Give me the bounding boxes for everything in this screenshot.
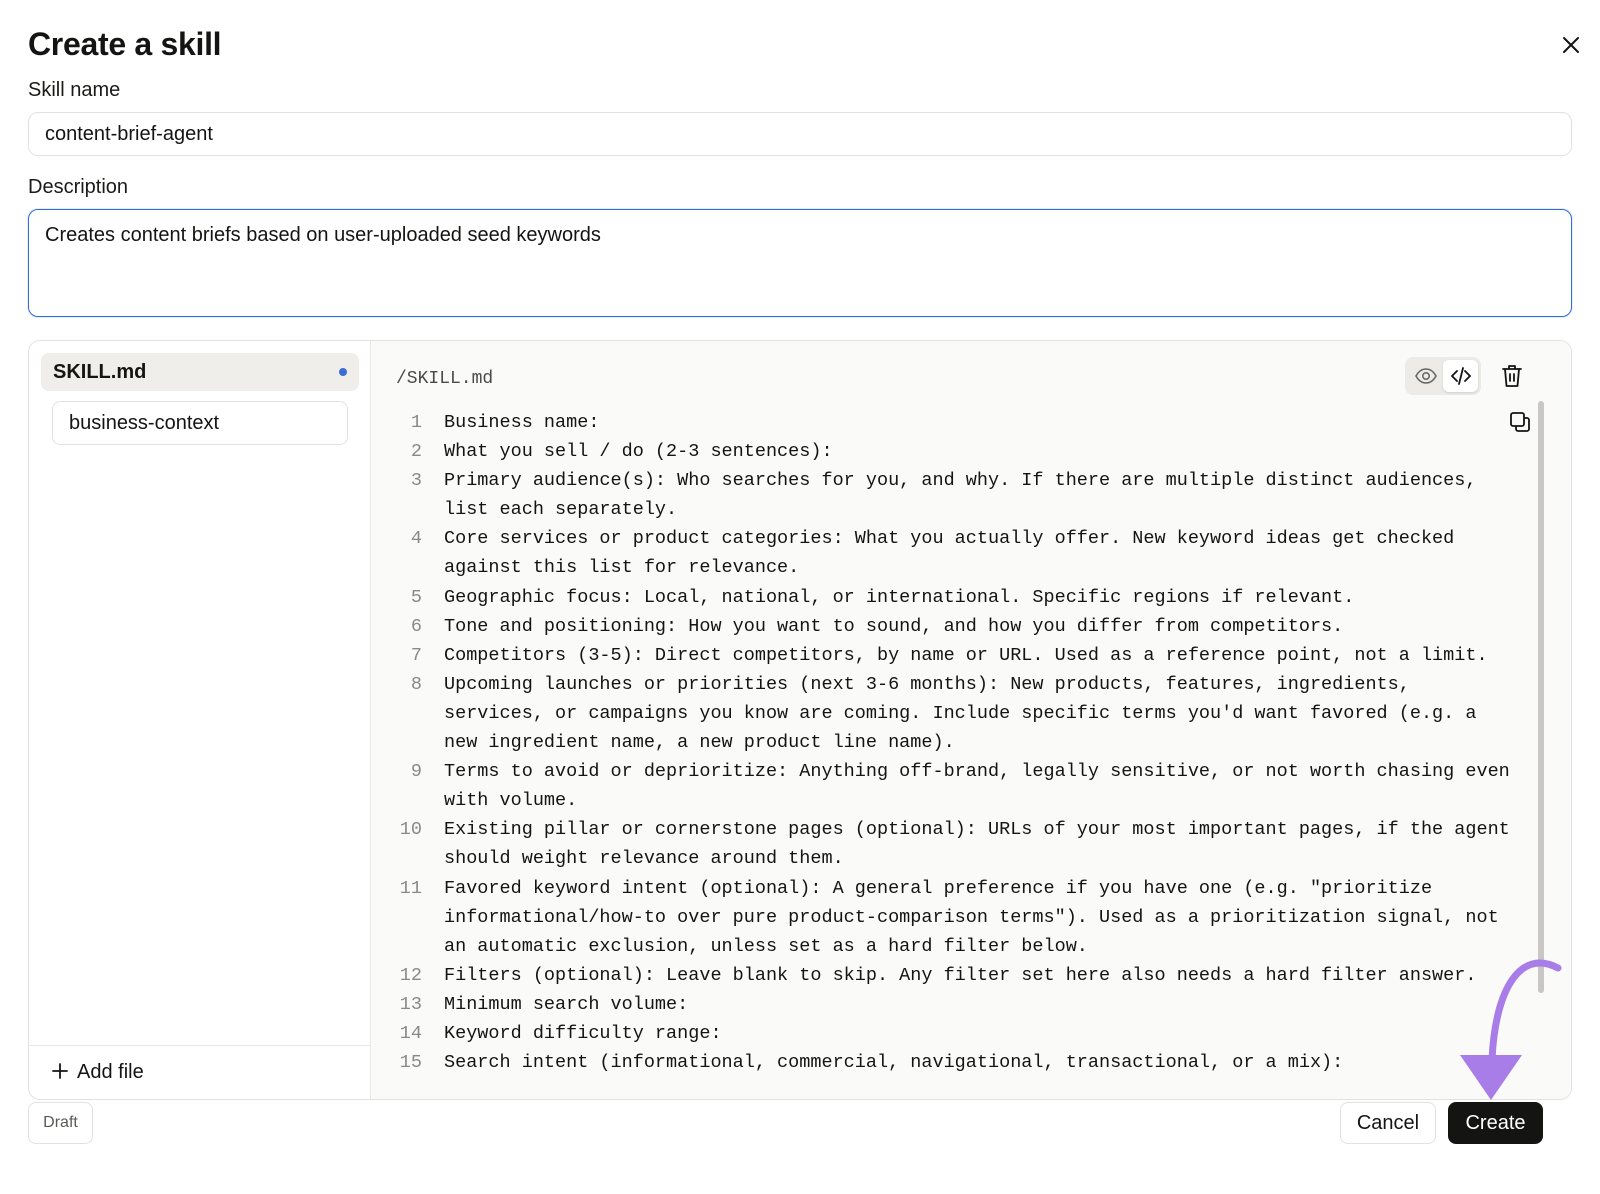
line-text: Competitors (3-5): Direct competitors, b… bbox=[444, 644, 1488, 666]
unsaved-dot-indicator bbox=[339, 368, 347, 376]
code-line: 14 Keyword difficulty range: bbox=[372, 1019, 1512, 1048]
line-number: 14 bbox=[399, 1022, 422, 1044]
line-number: 11 bbox=[399, 877, 422, 899]
create-button[interactable]: Create bbox=[1448, 1102, 1543, 1144]
dialog-title: Create a skill bbox=[28, 26, 222, 62]
code-icon bbox=[1450, 367, 1471, 385]
line-number: 5 bbox=[410, 586, 422, 608]
code-line: 9 Terms to avoid or deprioritize: Anythin… bbox=[372, 757, 1512, 815]
line-number: 8 bbox=[410, 673, 422, 695]
file-item-skill-md[interactable]: SKILL.md bbox=[41, 353, 359, 391]
line-number: 2 bbox=[410, 441, 422, 463]
line-text: Keyword difficulty range: bbox=[444, 1022, 722, 1044]
description-input[interactable]: Creates content briefs based on user-upl… bbox=[28, 209, 1572, 317]
line-text: Upcoming launches or priorities (next 3-… bbox=[444, 673, 1477, 754]
create-skill-dialog: Create a skill Skill name Description Cr… bbox=[0, 0, 1600, 1194]
line-number: 12 bbox=[399, 964, 422, 986]
line-text: Tone and positioning: How you want to so… bbox=[444, 615, 1344, 637]
skill-name-label: Skill name bbox=[28, 79, 121, 101]
line-text: Search intent (informational, commercial… bbox=[444, 1052, 1344, 1074]
line-number: 7 bbox=[410, 644, 422, 666]
line-text: Primary audience(s): Who searches for yo… bbox=[444, 470, 1477, 521]
description-label: Description bbox=[28, 176, 129, 198]
code-line: 11 Favored keyword intent (optional): A g… bbox=[372, 874, 1512, 961]
file-path: /SKILL.md bbox=[396, 369, 494, 389]
code-line: 7 Competitors (3-5): Direct competitors, … bbox=[372, 641, 1512, 670]
code-mode-button[interactable] bbox=[1443, 360, 1478, 392]
eye-icon bbox=[1414, 368, 1437, 384]
line-number: 6 bbox=[410, 615, 422, 637]
close-button[interactable] bbox=[1556, 30, 1586, 60]
view-mode-toggle bbox=[1405, 357, 1481, 395]
line-text: Business name: bbox=[444, 412, 600, 433]
file-item-business-context[interactable]: business-context bbox=[52, 401, 348, 445]
add-file-button[interactable]: Add file bbox=[29, 1045, 370, 1099]
file-item-label: SKILL.md bbox=[53, 360, 147, 383]
file-item-label: business-context bbox=[69, 411, 220, 434]
line-text: Geographic focus: Local, national, or in… bbox=[444, 586, 1355, 608]
code-line: 10 Existing pillar or cornerstone pages (… bbox=[372, 815, 1512, 873]
status-badge: Draft bbox=[28, 1102, 93, 1144]
line-number: 1 bbox=[410, 412, 422, 433]
line-text: Minimum search volume: bbox=[444, 993, 689, 1015]
line-text: Existing pillar or cornerstone pages (op… bbox=[444, 819, 1510, 870]
line-number: 15 bbox=[399, 1052, 422, 1074]
cancel-button[interactable]: Cancel bbox=[1340, 1102, 1436, 1144]
line-text: Favored keyword intent (optional): A gen… bbox=[444, 877, 1499, 957]
line-number: 9 bbox=[410, 761, 422, 783]
line-number: 13 bbox=[399, 993, 422, 1015]
preview-mode-button[interactable] bbox=[1408, 360, 1443, 392]
add-file-label: Add file bbox=[77, 1061, 144, 1083]
code-line: 2 What you sell / do (2-3 sentences): bbox=[372, 437, 1512, 466]
editor-scrollbar[interactable] bbox=[1538, 401, 1544, 993]
code-line: 13 Minimum search volume: bbox=[372, 990, 1512, 1019]
line-text: Filters (optional): Leave blank to skip.… bbox=[444, 964, 1477, 986]
code-line: 5 Geographic focus: Local, national, or i… bbox=[372, 583, 1512, 612]
code-line: 3 Primary audience(s): Who searches for y… bbox=[372, 466, 1512, 524]
code-lines: 1 Business name: 2 What you sell / do (2-3 … bbox=[372, 408, 1512, 1077]
plus-icon bbox=[51, 1061, 69, 1085]
code-line: 6 Tone and positioning: How you want to s… bbox=[372, 612, 1512, 641]
skill-files-editor: SKILL.md business-context Add file /SKIL… bbox=[28, 340, 1572, 1100]
code-line: 12 Filters (optional): Leave blank to ski… bbox=[372, 961, 1512, 990]
code-editor[interactable]: /SKILL.md 1 Business name: 2 What you se… bbox=[372, 341, 1571, 1099]
delete-file-button[interactable] bbox=[1495, 359, 1529, 393]
file-sidebar: SKILL.md business-context Add file bbox=[29, 341, 371, 1099]
line-number: 10 bbox=[399, 819, 422, 841]
trash-icon bbox=[1502, 365, 1522, 387]
close-icon bbox=[1563, 37, 1579, 53]
line-text: What you sell / do (2-3 sentences): bbox=[444, 441, 833, 463]
code-line: 4 Core services or product categories: Wh… bbox=[372, 524, 1512, 582]
skill-name-input[interactable] bbox=[28, 112, 1572, 156]
line-number: 4 bbox=[410, 528, 422, 550]
line-text: Terms to avoid or deprioritize: Anything… bbox=[444, 761, 1510, 812]
code-line: 8 Upcoming launches or priorities (next 3… bbox=[372, 670, 1512, 757]
code-line: 15 Search intent (informational, commerci… bbox=[372, 1048, 1512, 1077]
code-line: 1 Business name: bbox=[372, 408, 1512, 437]
line-number: 3 bbox=[410, 470, 422, 492]
line-text: Core services or product categories: Wha… bbox=[444, 528, 1455, 579]
